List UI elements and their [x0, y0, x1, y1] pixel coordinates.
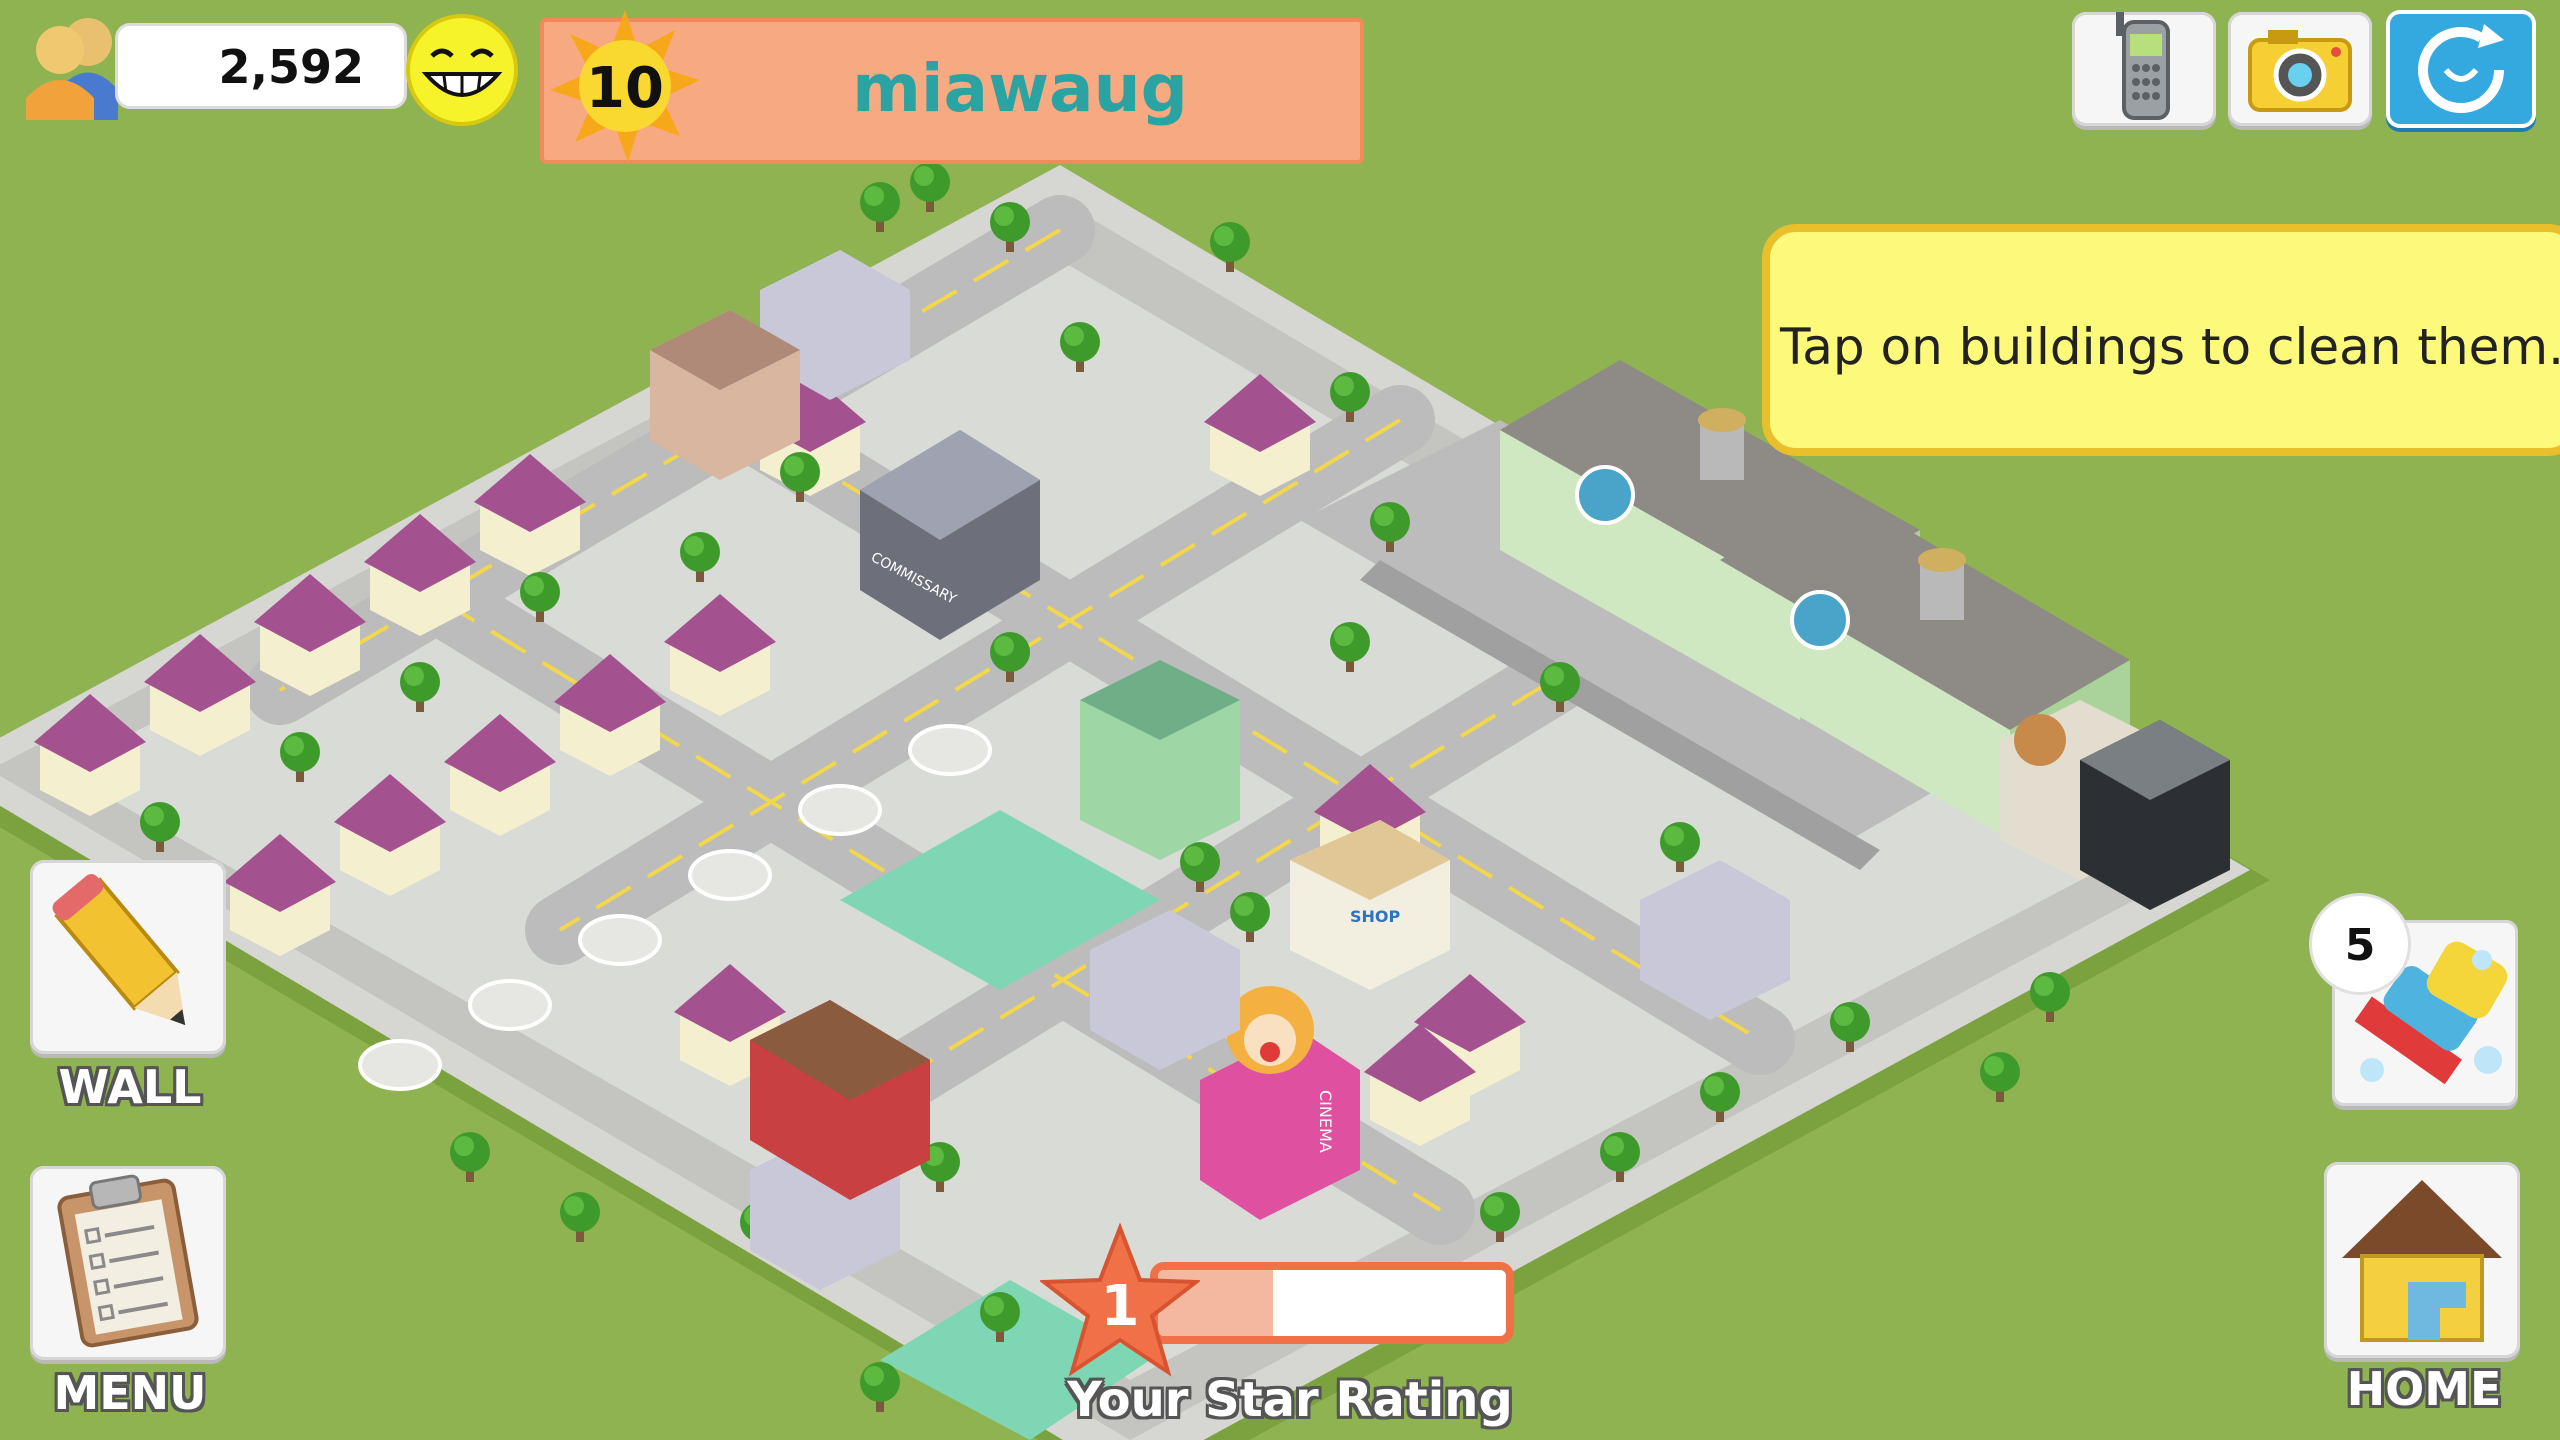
- clean-marker-icon: [1575, 465, 1635, 525]
- player-bar: 10 miawaug: [540, 10, 1364, 166]
- phone-icon: [2116, 12, 2170, 120]
- player-name: miawaug: [852, 50, 1188, 127]
- menu-button[interactable]: MENU: [30, 1166, 230, 1430]
- pencil-icon: [52, 874, 186, 1026]
- green-house-building[interactable]: [1080, 660, 1240, 860]
- population-box: 2,592: [118, 26, 404, 106]
- population-panel: 2,592: [18, 10, 404, 125]
- cinema-sign: CINEMA: [1316, 1090, 1335, 1153]
- refresh-button[interactable]: [2386, 10, 2536, 128]
- level-sun-icon: 10: [550, 10, 700, 170]
- happiness-button[interactable]: [404, 12, 520, 128]
- clean-count-badge: 5: [2312, 896, 2408, 992]
- shop-sign: SHOP: [1350, 907, 1401, 926]
- camera-icon: [2248, 30, 2352, 112]
- star-rating-value: 1: [1100, 1274, 1140, 1339]
- camera-button[interactable]: [2228, 12, 2372, 126]
- clean-count: 5: [2344, 920, 2376, 971]
- wall-button-panel: [30, 860, 226, 1054]
- population-icon: [18, 10, 128, 125]
- population-count: 2,592: [218, 40, 364, 94]
- clean-marker-icon: [1790, 590, 1850, 650]
- menu-button-panel: [30, 1166, 226, 1360]
- refresh-icon: [2418, 24, 2504, 113]
- hint-box[interactable]: Tap on buildings to clean them.: [1762, 224, 2560, 456]
- wall-label: WALL: [58, 1060, 202, 1114]
- home-button-panel: [2324, 1162, 2520, 1358]
- star-rating[interactable]: 1 Your Star Rating: [1038, 1222, 1520, 1440]
- star-rating-bar: [1150, 1262, 1514, 1344]
- home-label: HOME: [2346, 1362, 2502, 1416]
- wall-button[interactable]: WALL: [30, 860, 230, 1120]
- star-rating-label: Your Star Rating: [1067, 1372, 1513, 1428]
- clean-button[interactable]: 5: [2312, 896, 2526, 1108]
- smiley-icon: [406, 14, 518, 126]
- home-button[interactable]: HOME: [2324, 1162, 2524, 1428]
- player-level: 10: [586, 56, 664, 121]
- clipboard-icon: [57, 1174, 199, 1348]
- star-icon: 1: [1038, 1222, 1202, 1382]
- hint-text: Tap on buildings to clean them.: [1780, 318, 2560, 376]
- menu-label: MENU: [53, 1366, 207, 1420]
- phone-button[interactable]: [2072, 12, 2216, 126]
- house-icon: [2342, 1180, 2502, 1342]
